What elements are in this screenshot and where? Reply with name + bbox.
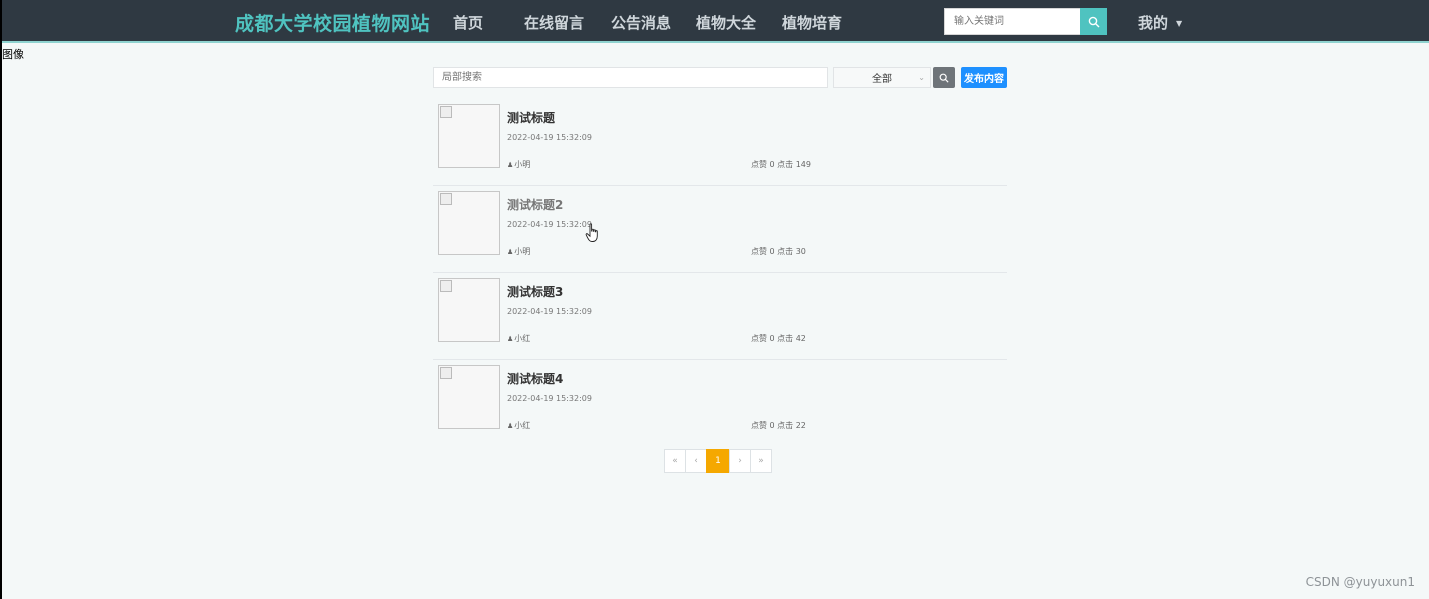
- broken-image-icon: [440, 193, 452, 205]
- item-stats: 点赞 0 点击 30: [751, 247, 806, 256]
- list-item[interactable]: 测试标题3 2022-04-19 15:32:09 ♟小红 点赞 0 点击 42: [433, 273, 1007, 360]
- item-author-name: 小明: [514, 247, 531, 256]
- item-author: ♟小红: [507, 333, 530, 344]
- item-title[interactable]: 测试标题: [507, 109, 555, 126]
- header-search-input[interactable]: [944, 8, 1080, 35]
- item-author: ♟小明: [507, 159, 530, 170]
- publish-button[interactable]: 发布内容: [961, 67, 1007, 88]
- nav-home[interactable]: 首页: [453, 12, 483, 33]
- header-search-button[interactable]: [1080, 8, 1107, 35]
- person-icon: ♟: [507, 248, 514, 256]
- page-next-button[interactable]: ›: [729, 449, 751, 473]
- page-current-button[interactable]: 1: [706, 449, 730, 473]
- search-icon: [939, 73, 949, 83]
- item-title[interactable]: 测试标题3: [507, 283, 563, 300]
- header-search: [944, 8, 1107, 35]
- nav-cultivation[interactable]: 植物培育: [782, 12, 842, 33]
- item-date: 2022-04-19 15:32:09: [507, 220, 592, 229]
- top-navbar: 成都大学校园植物网站 首页 在线留言 公告消息 植物大全 植物培育 我的 ▼: [2, 0, 1429, 43]
- user-menu-label: 我的: [1138, 14, 1169, 32]
- item-title[interactable]: 测试标题2: [507, 196, 563, 213]
- user-menu[interactable]: 我的 ▼: [1138, 12, 1182, 33]
- list-item[interactable]: 测试标题 2022-04-19 15:32:09 ♟小明 点赞 0 点击 149: [433, 99, 1007, 186]
- chevron-down-icon: ⌄: [918, 73, 925, 82]
- list-item[interactable]: 测试标题4 2022-04-19 15:32:09 ♟小红 点赞 0 点击 22: [433, 360, 1007, 447]
- item-title[interactable]: 测试标题4: [507, 370, 563, 387]
- item-stats: 点赞 0 点击 22: [751, 421, 806, 430]
- local-search-button[interactable]: [933, 67, 955, 88]
- caret-down-icon: ▼: [1176, 19, 1183, 28]
- broken-image-icon: [440, 367, 452, 379]
- nav-plants[interactable]: 植物大全: [696, 12, 756, 33]
- search-icon: [1088, 16, 1099, 27]
- person-icon: ♟: [507, 161, 514, 169]
- broken-image-icon: [440, 280, 452, 292]
- item-thumbnail[interactable]: [438, 365, 500, 429]
- item-date: 2022-04-19 15:32:09: [507, 394, 592, 403]
- broken-image-icon: [440, 106, 452, 118]
- page-first-button[interactable]: «: [664, 449, 686, 473]
- nav-announcements[interactable]: 公告消息: [611, 12, 671, 33]
- nav-messages[interactable]: 在线留言: [524, 12, 584, 33]
- item-author-name: 小明: [514, 160, 531, 169]
- person-icon: ♟: [507, 335, 514, 343]
- pagination: « ‹ 1 › »: [664, 449, 772, 473]
- watermark: CSDN @yuyuxun1: [1305, 575, 1415, 589]
- item-stats: 点赞 0 点击 149: [751, 160, 811, 169]
- item-author-name: 小红: [514, 421, 531, 430]
- page-last-button[interactable]: »: [750, 449, 772, 473]
- local-search-input[interactable]: [433, 67, 828, 88]
- item-thumbnail[interactable]: [438, 104, 500, 168]
- item-date: 2022-04-19 15:32:09: [507, 133, 592, 142]
- item-stats: 点赞 0 点击 42: [751, 334, 806, 343]
- hand-cursor-icon: [585, 223, 598, 242]
- list-item[interactable]: 测试标题2 2022-04-19 15:32:09 ♟小明 点赞 0 点击 30: [433, 186, 1007, 273]
- broken-image-alt: 图像: [2, 48, 24, 61]
- item-author-name: 小红: [514, 334, 531, 343]
- category-select-value: 全部: [872, 74, 892, 85]
- person-icon: ♟: [507, 422, 514, 430]
- item-date: 2022-04-19 15:32:09: [507, 307, 592, 316]
- category-select[interactable]: 全部 ⌄: [833, 67, 931, 88]
- page-prev-button[interactable]: ‹: [685, 449, 707, 473]
- item-author: ♟小明: [507, 246, 530, 257]
- content-list: 测试标题 2022-04-19 15:32:09 ♟小明 点赞 0 点击 149…: [433, 99, 1007, 447]
- item-thumbnail[interactable]: [438, 191, 500, 255]
- item-thumbnail[interactable]: [438, 278, 500, 342]
- site-brand[interactable]: 成都大学校园植物网站: [235, 9, 430, 36]
- item-author: ♟小红: [507, 420, 530, 431]
